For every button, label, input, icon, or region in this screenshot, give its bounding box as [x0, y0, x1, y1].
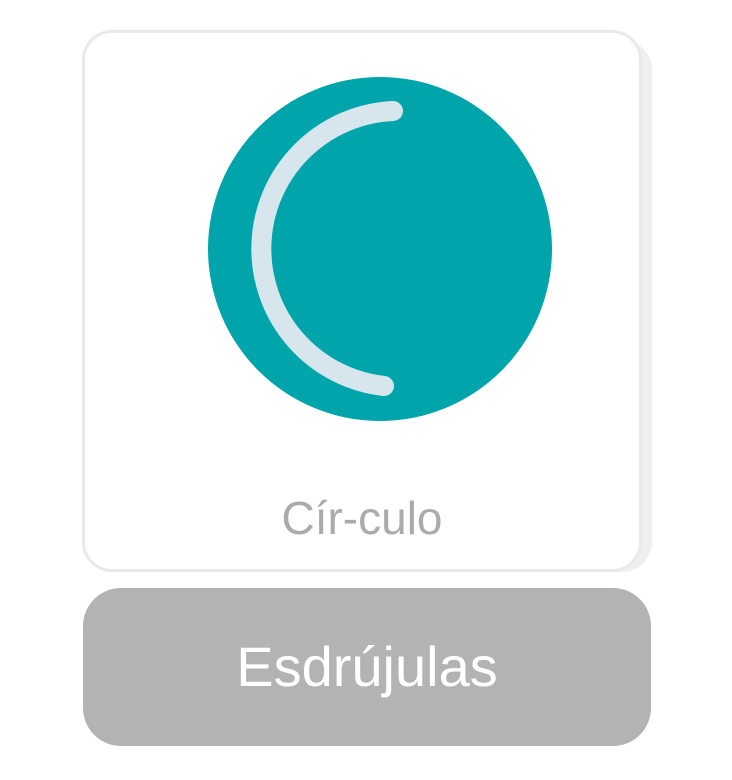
- category-label: Esdrújulas: [236, 635, 498, 698]
- word-card[interactable]: Cír-culo: [82, 30, 642, 572]
- circle-icon: [208, 77, 552, 421]
- category-button[interactable]: Esdrújulas: [83, 588, 651, 746]
- card-word: Cír-culo: [281, 492, 443, 544]
